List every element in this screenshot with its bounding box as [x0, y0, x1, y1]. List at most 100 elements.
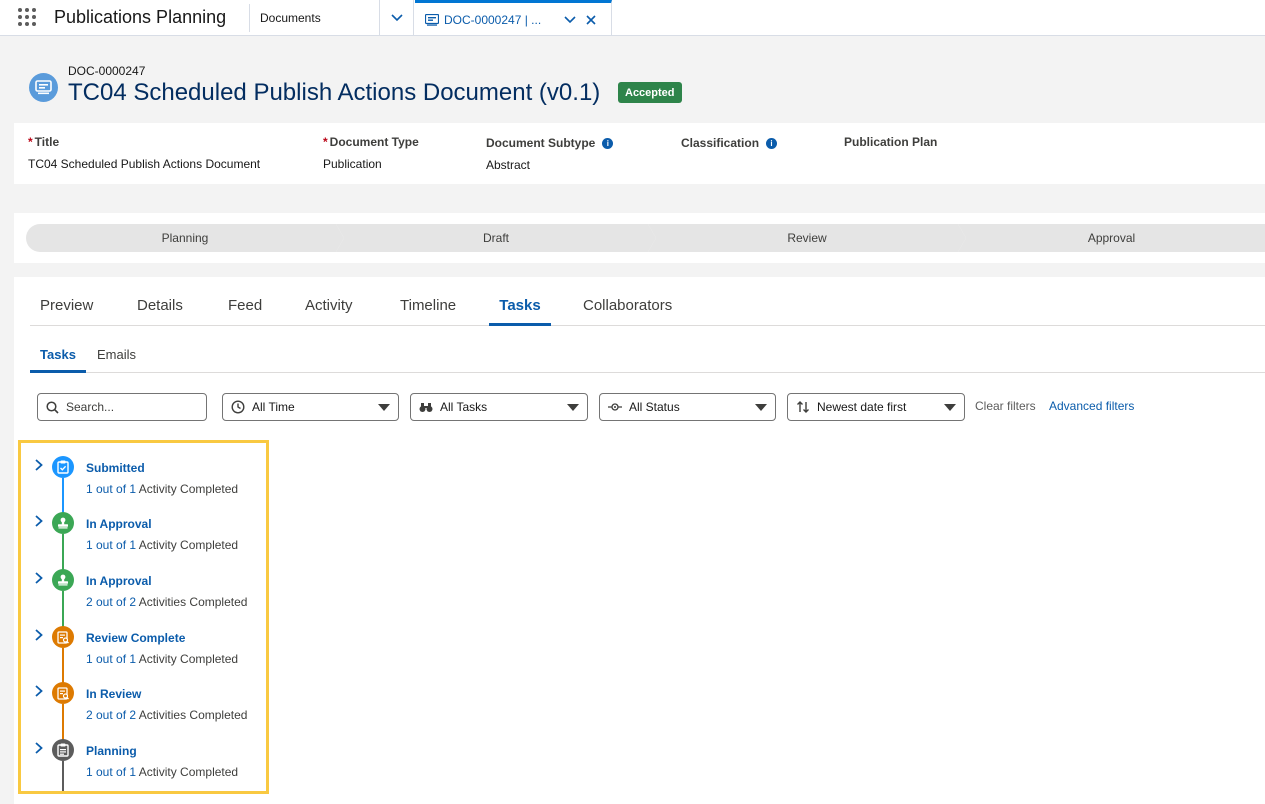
required-marker: *: [28, 135, 33, 149]
timeline-item-progress: 1 out of 1 Activity Completed: [86, 482, 238, 496]
field-label: Document Type: [329, 135, 419, 149]
activity-count-suffix: Activity Completed: [136, 482, 239, 496]
timeline-item-progress: 1 out of 1 Activity Completed: [86, 765, 238, 779]
tab-feed[interactable]: Feed: [228, 297, 262, 326]
activity-count-suffix: Activities Completed: [136, 708, 248, 722]
active-tab-label: DOC-0000247 | ...: [444, 12, 542, 27]
chevron-right-icon[interactable]: [34, 515, 44, 527]
timeline-item: Submitted 1 out of 1 Activity Completed: [21, 443, 266, 499]
tab-tasks[interactable]: Tasks: [489, 297, 551, 326]
timeline-item-title[interactable]: In Approval: [86, 574, 152, 588]
caret-down-icon: [755, 404, 767, 411]
activity-count-link[interactable]: 1 out of 1: [86, 482, 136, 496]
search-input[interactable]: [66, 400, 196, 414]
record-title: TC04 Scheduled Publish Actions Document …: [68, 79, 601, 106]
time-filter-dropdown[interactable]: All Time: [222, 393, 399, 421]
status-filter-value: All Status: [629, 400, 680, 414]
timeline-item-progress: 1 out of 1 Activity Completed: [86, 652, 238, 666]
status-icon: [608, 403, 622, 411]
task-timeline: Submitted 1 out of 1 Activity Completed …: [18, 440, 269, 794]
timeline-item: In Review 2 out of 2 Activities Complete…: [21, 669, 266, 725]
timeline-item: In Approval 2 out of 2 Activities Comple…: [21, 556, 266, 612]
caret-down-icon: [944, 404, 956, 411]
field-value: TC04 Scheduled Publish Actions Document: [28, 157, 261, 171]
path-stage-approval[interactable]: Approval: [958, 224, 1265, 252]
record-tabs: Preview Details Feed Activity Timeline T…: [30, 277, 1265, 326]
field-label: Document Subtype: [486, 136, 596, 150]
chevron-right-icon[interactable]: [34, 572, 44, 584]
sort-dropdown[interactable]: Newest date first: [787, 393, 965, 421]
tab-details[interactable]: Details: [137, 297, 183, 326]
timeline-item-progress: 1 out of 1 Activity Completed: [86, 538, 238, 552]
timeline-item-title[interactable]: Submitted: [86, 461, 145, 475]
search-icon: [46, 400, 59, 414]
timeline-item-title[interactable]: In Review: [86, 687, 141, 701]
timeline-item: Review Complete 1 out of 1 Activity Comp…: [21, 613, 266, 669]
field-label: Title: [34, 135, 60, 149]
activity-count-link[interactable]: 1 out of 1: [86, 765, 136, 779]
activity-count-suffix: Activity Completed: [136, 538, 239, 552]
field-document-type: * Document Type Publication: [323, 135, 419, 171]
subtab-emails[interactable]: Emails: [97, 347, 136, 373]
clock-icon: [231, 400, 245, 414]
search-box[interactable]: [37, 393, 207, 421]
field-label: Classification: [681, 136, 760, 150]
highlights-panel: * Title TC04 Scheduled Publish Actions Do…: [14, 123, 1265, 184]
app-name: Publications Planning: [54, 7, 227, 27]
activity-count-link[interactable]: 2 out of 2: [86, 595, 136, 609]
advanced-filters-link[interactable]: Advanced filters: [1049, 399, 1134, 413]
path-stage-draft[interactable]: Draft: [336, 224, 656, 252]
field-value: Publication: [323, 157, 382, 171]
nav-tab-documents[interactable]: Documents: [250, 0, 380, 36]
review-document-icon: [52, 626, 74, 648]
record-type-icon: [29, 73, 58, 102]
app-launcher-icon[interactable]: [18, 8, 40, 28]
timeline-item: Planning 1 out of 1 Activity Completed: [21, 726, 266, 782]
field-document-subtype: Document Subtype i Abstract: [486, 136, 614, 172]
path-stage-planning[interactable]: Planning: [26, 224, 344, 252]
field-title: * Title TC04 Scheduled Publish Actions Do…: [28, 135, 260, 171]
nav-tab-active-document[interactable]: DOC-0000247 | ...: [415, 0, 612, 36]
sort-value: Newest date first: [817, 400, 907, 414]
time-filter-value: All Time: [252, 400, 295, 414]
chevron-right-icon[interactable]: [34, 742, 44, 754]
info-icon[interactable]: i: [766, 137, 778, 149]
timeline-item-title[interactable]: Review Complete: [86, 631, 185, 645]
path-stage-review[interactable]: Review: [648, 224, 966, 252]
chevron-down-icon: [390, 14, 403, 22]
chevron-down-icon[interactable]: [564, 15, 576, 24]
tab-preview[interactable]: Preview: [40, 297, 93, 326]
timeline-item-title[interactable]: In Approval: [86, 517, 152, 531]
activity-count-link[interactable]: 1 out of 1: [86, 538, 136, 552]
binoculars-icon: [419, 403, 433, 412]
record-detail-card: Preview Details Feed Activity Timeline T…: [14, 277, 1265, 804]
activity-count-suffix: Activity Completed: [136, 765, 239, 779]
review-document-icon: [52, 682, 74, 704]
chevron-right-icon[interactable]: [34, 629, 44, 641]
document-icon: [425, 13, 439, 26]
required-marker: *: [323, 135, 328, 149]
info-icon[interactable]: i: [602, 137, 614, 149]
tab-timeline[interactable]: Timeline: [400, 297, 456, 326]
record-id: DOC-0000247: [68, 64, 146, 78]
activity-count-suffix: Activities Completed: [136, 595, 248, 609]
timeline-item-title[interactable]: Planning: [86, 744, 137, 758]
approval-stamp-icon: [52, 512, 74, 534]
chevron-right-icon[interactable]: [34, 685, 44, 697]
close-icon[interactable]: [586, 14, 596, 25]
documents-menu-button[interactable]: [380, 0, 414, 36]
activity-count-link[interactable]: 2 out of 2: [86, 708, 136, 722]
tab-collaborators[interactable]: Collaborators: [583, 297, 672, 326]
subtab-tasks[interactable]: Tasks: [30, 347, 86, 373]
tab-activity[interactable]: Activity: [305, 297, 353, 326]
activity-count-link[interactable]: 1 out of 1: [86, 652, 136, 666]
clear-filters-link[interactable]: Clear filters: [975, 399, 1036, 413]
task-filter-dropdown[interactable]: All Tasks: [410, 393, 588, 421]
timeline-item-progress: 2 out of 2 Activities Completed: [86, 708, 247, 722]
task-subtabs: Tasks Emails: [30, 326, 1265, 373]
sort-icon: [797, 401, 809, 413]
caret-down-icon: [378, 404, 390, 411]
status-filter-dropdown[interactable]: All Status: [599, 393, 776, 421]
approval-stamp-icon: [52, 569, 74, 591]
chevron-right-icon[interactable]: [34, 459, 44, 471]
